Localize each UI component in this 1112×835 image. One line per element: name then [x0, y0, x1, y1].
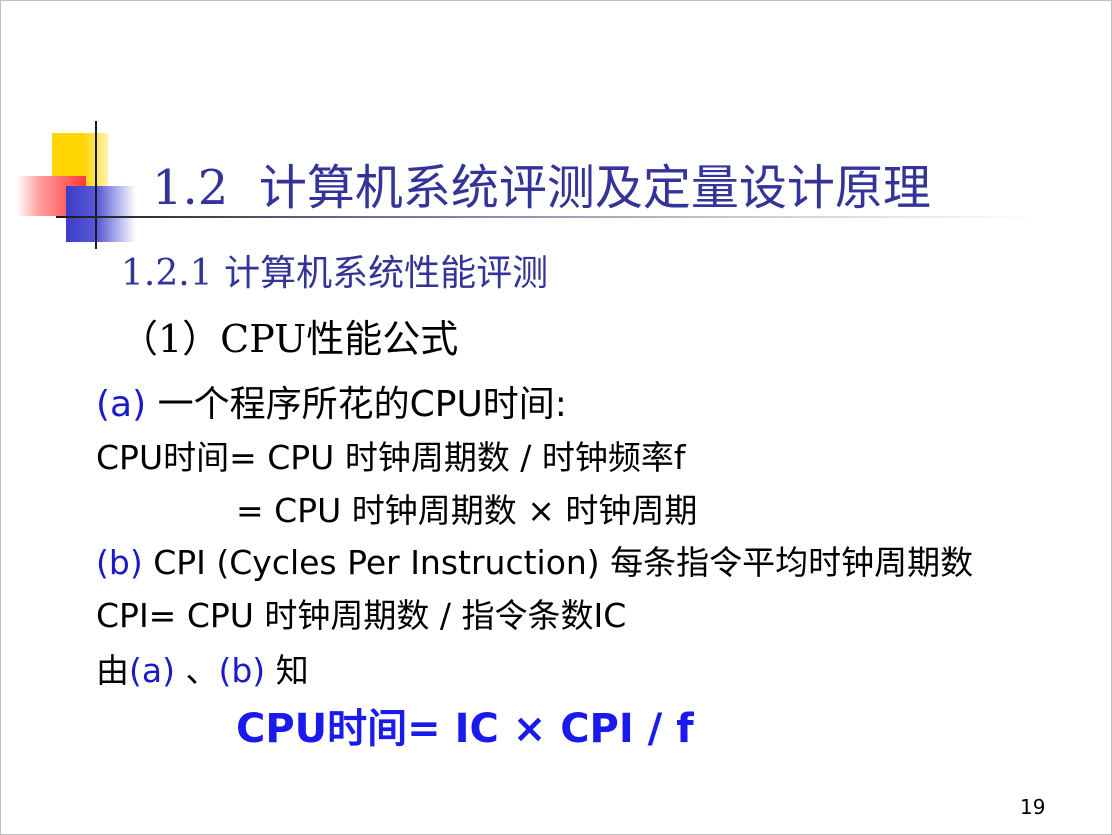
- heading-text: 性能公式: [306, 317, 459, 361]
- page-number: 19: [1020, 795, 1046, 819]
- label-a: (a): [96, 384, 147, 425]
- heading-number: （1）CPU: [120, 317, 307, 361]
- from-prefix: 由: [96, 651, 129, 690]
- from-label-b: (b): [218, 651, 266, 690]
- cpu-time-formula: CPU时间= IC × CPI / f: [236, 706, 694, 752]
- from-separator: 、: [185, 651, 219, 690]
- from-label-a: (a): [129, 651, 175, 690]
- line-a-text: 一个程序所花的CPU时间:: [157, 384, 567, 425]
- title-number: 1.2: [152, 160, 229, 216]
- line-a: (a) 一个程序所花的CPU时间:: [96, 375, 567, 427]
- from-suffix: 知: [275, 651, 309, 690]
- label-b: (b): [96, 543, 143, 582]
- line-cpu-time-1: CPU时间= CPU 时钟周期数 / 时钟频率f: [96, 438, 686, 477]
- title-text: 计算机系统评测及定量设计原理: [258, 160, 931, 216]
- line-cpi: CPI= CPU 时钟周期数 / 指令条数IC: [96, 596, 627, 635]
- line-b: (b) CPI (Cycles Per Instruction) 每条指令平均时…: [96, 536, 973, 584]
- subtitle-number: 1.2.1: [121, 253, 213, 294]
- subtitle-text: 计算机系统性能评测: [224, 253, 549, 294]
- line-cpu-time-2: = CPU 时钟周期数 × 时钟周期: [236, 491, 698, 530]
- decor-blue-square: [66, 186, 136, 242]
- decor-vertical-line: [95, 121, 97, 249]
- slide-title: 1.2 计算机系统评测及定量设计原理: [152, 148, 931, 218]
- line-from: 由(a) 、(b) 知: [96, 644, 309, 692]
- slide-subtitle: 1.2.1 计算机系统性能评测: [121, 244, 548, 296]
- section-heading: （1）CPU性能公式: [120, 308, 458, 363]
- line-b-text: CPI (Cycles Per Instruction) 每条指令平均时钟周期数: [153, 543, 974, 582]
